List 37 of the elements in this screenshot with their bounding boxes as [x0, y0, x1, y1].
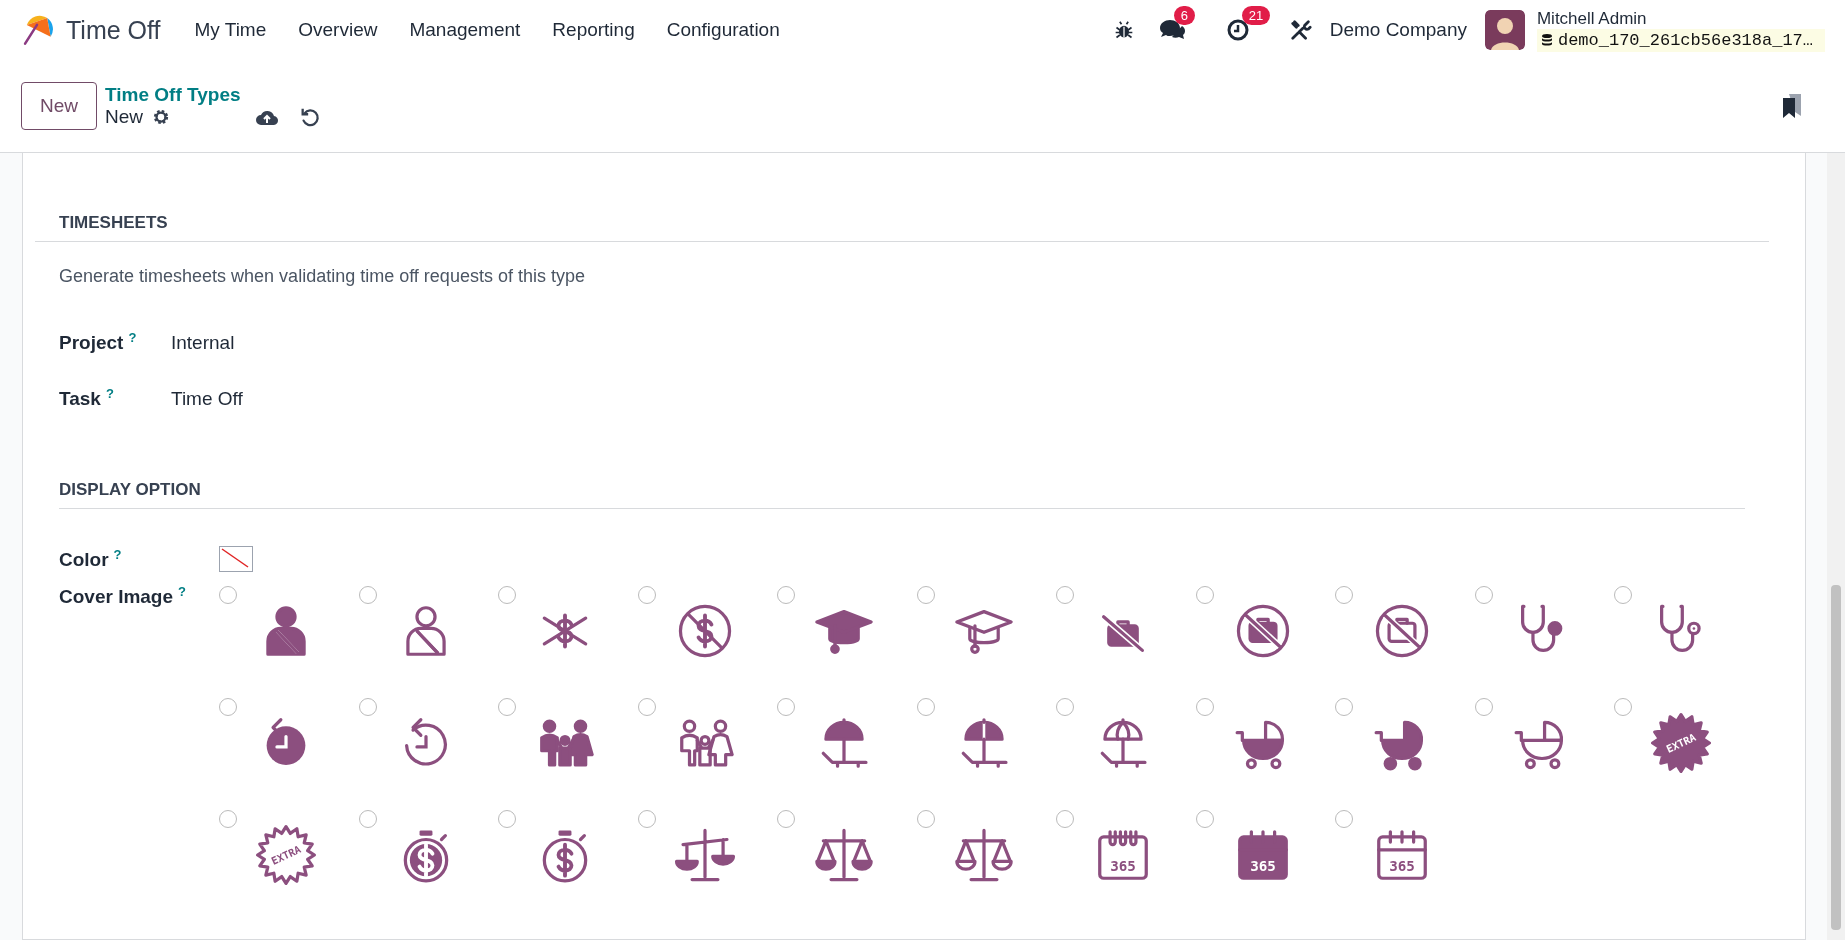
record-name: New: [105, 106, 144, 128]
new-button[interactable]: New: [21, 82, 97, 130]
user-avatar[interactable]: [1484, 10, 1525, 50]
activity-count: 21: [1241, 6, 1271, 25]
database-icon: [1540, 33, 1553, 47]
chat-icon[interactable]: [1157, 18, 1186, 42]
field-label: Project: [59, 332, 124, 354]
field-value[interactable]: Internal: [171, 332, 235, 355]
help-tooltip[interactable]: ?: [178, 584, 186, 599]
help-tooltip[interactable]: ?: [128, 330, 137, 345]
section-heading: DISPLAY OPTION: [59, 480, 202, 500]
field-label: Cover Image: [59, 586, 174, 608]
section-heading: TIMESHEETS: [59, 213, 169, 233]
app-name[interactable]: Time Off: [66, 15, 161, 45]
scrollbar[interactable]: [1827, 153, 1845, 940]
menu-item[interactable]: My Time: [178, 19, 283, 41]
bug-icon[interactable]: [1113, 20, 1134, 40]
menu-item[interactable]: Overview: [282, 19, 394, 41]
message-count: 6: [1173, 6, 1195, 25]
breadcrumb-link[interactable]: Time Off Types: [105, 84, 241, 106]
menu-item[interactable]: Reporting: [536, 19, 651, 41]
field-value[interactable]: Time Off: [171, 388, 243, 411]
help-tooltip[interactable]: ?: [113, 546, 122, 562]
menu-item[interactable]: Configuration: [650, 19, 796, 41]
field-label: Task: [59, 388, 101, 410]
settings-icon[interactable]: [152, 108, 171, 126]
field-label: Color: [59, 549, 109, 571]
database-name: demo_170_261cb56e318a_17…: [1536, 28, 1825, 52]
color-picker[interactable]: [219, 546, 253, 572]
user-name[interactable]: Mitchell Admin: [1536, 8, 1825, 29]
bookmarks-icon[interactable]: [1782, 93, 1802, 119]
company-switcher[interactable]: Demo Company: [1329, 19, 1467, 41]
clock-icon[interactable]: [1225, 18, 1250, 42]
tools-icon[interactable]: [1289, 19, 1312, 41]
section-description: Generate timesheets when validating time off requests of this type: [59, 266, 586, 287]
help-tooltip[interactable]: ?: [105, 386, 114, 401]
menu-item[interactable]: Management: [393, 19, 537, 41]
